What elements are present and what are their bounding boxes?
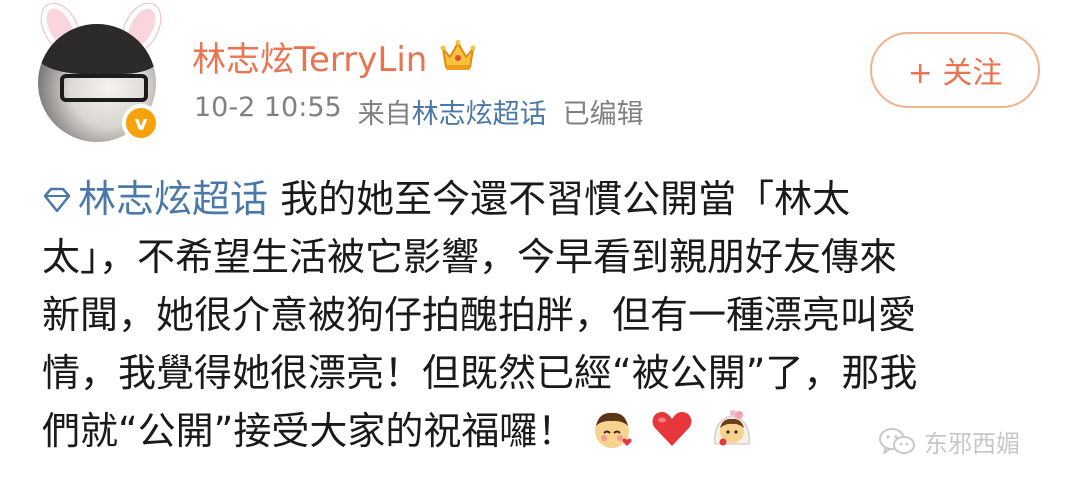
wechat-icon <box>879 427 915 454</box>
content-text-3: 新聞，她很介意被狗仔拍醜拍胖，但有一種漂亮叫愛 <box>42 293 917 337</box>
post-source: 来自林志炫超话 <box>358 92 547 131</box>
watermark: 东邪西媚 <box>878 424 1020 459</box>
post-timestamp[interactable]: 10-2 10:55 <box>194 92 342 131</box>
diamond-icon <box>43 187 71 213</box>
content-text-1: 我的她至今還不習慣公開當「林太 <box>268 177 851 221</box>
topic-label: 林志炫超话 <box>78 177 269 221</box>
content-line: 林志炫超话 我的她至今還不習慣公開當「林太 <box>42 170 1042 228</box>
avatar-container[interactable]: v <box>30 0 170 160</box>
post-meta: 10-2 10:55 来自林志炫超话 已编辑 <box>194 92 644 131</box>
username[interactable]: 林志炫TerryLin <box>192 32 427 81</box>
shy-face-emoji <box>595 412 632 448</box>
verified-v-icon: v <box>122 104 160 142</box>
watermark-text: 东邪西媚 <box>924 430 1020 458</box>
topic-link[interactable]: 林志炫超话 <box>42 177 268 221</box>
content-text-4: 情，我覺得她很漂亮！但既然已經“被公開”了，那我 <box>42 351 918 395</box>
content-text-5: 們就“公開”接受大家的祝福囉！ <box>42 409 576 453</box>
heart-emoji <box>652 412 692 446</box>
post-content: 林志炫超话 我的她至今還不習慣公開當「林太 太」，不希望生活被它影響，今早看到親… <box>42 170 1042 460</box>
avatar-glasses <box>60 74 148 102</box>
follow-button[interactable]: + 关注 <box>870 32 1040 108</box>
avatar-hair <box>38 24 156 74</box>
crown-icon[interactable] <box>439 39 477 73</box>
source-prefix: 来自 <box>357 99 412 130</box>
source-link[interactable]: 林志炫超话 <box>412 99 547 130</box>
bride-emoji <box>714 410 751 446</box>
content-text-2: 太」，不希望生活被它影響，今早看到親朋好友傳來 <box>42 235 898 279</box>
username-row: 林志炫TerryLin <box>192 30 477 82</box>
edited-label[interactable]: 已编辑 <box>563 92 644 131</box>
